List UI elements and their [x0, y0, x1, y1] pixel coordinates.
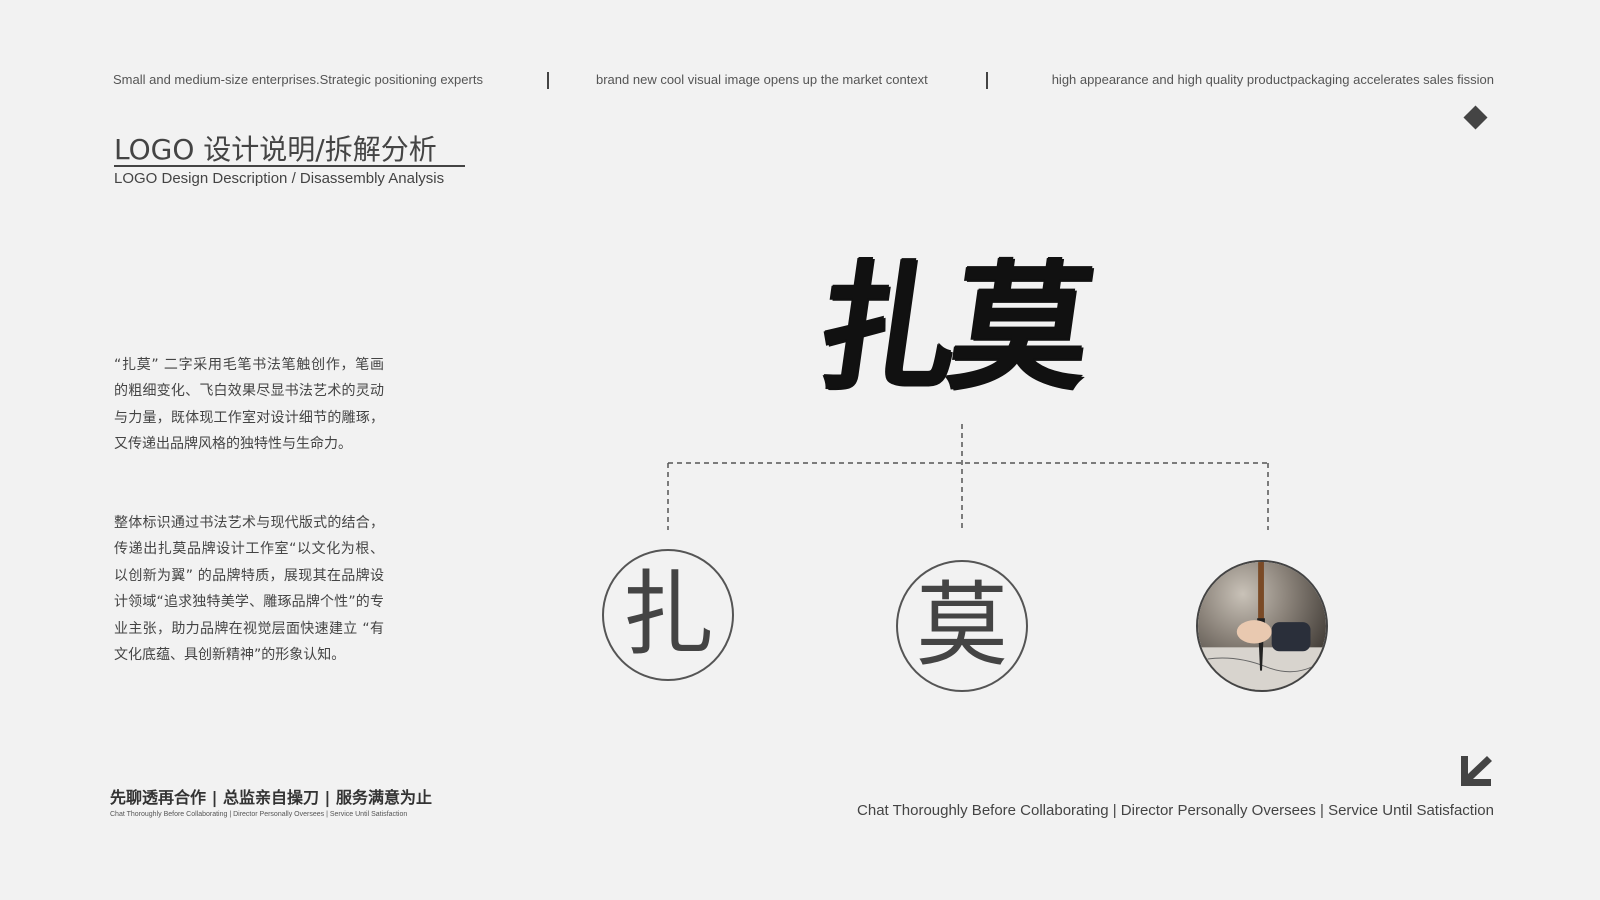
char-zha: 扎: [621, 561, 714, 668]
footer-slogan-cn: 先聊透再合作 | 总监亲自操刀 | 服务满意为止: [110, 788, 432, 807]
calligraphy-brush-photo: [1198, 562, 1326, 690]
connector-lines: [667, 424, 1269, 530]
char-circle-mo: 莫: [896, 560, 1028, 692]
footer-slogan-en: Chat Thoroughly Before Collaborating | D…: [857, 802, 1494, 819]
arrow-down-left-icon: [1461, 756, 1492, 786]
char-mo: 莫: [915, 572, 1008, 679]
footer-slogan-en-small: Chat Thoroughly Before Collaborating | D…: [110, 811, 408, 818]
calligraphy-photo-circle: [1196, 560, 1328, 692]
char-circle-zha: 扎: [602, 549, 734, 681]
